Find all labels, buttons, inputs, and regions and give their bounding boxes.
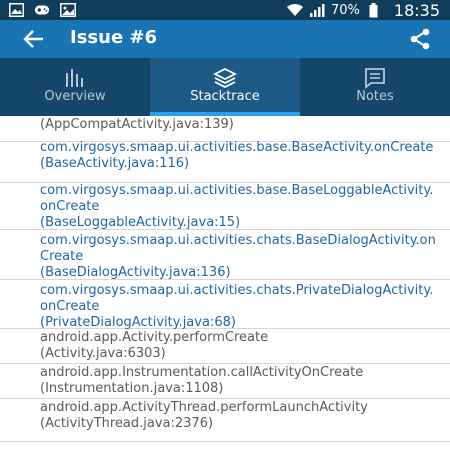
tab-bar: Overview Stacktrace Notes	[0, 58, 450, 116]
tab-overview-label: Overview	[44, 89, 106, 104]
wifi-icon	[286, 2, 303, 18]
frame-location: (PrivateDialogActivity.java:68)	[40, 315, 236, 330]
stack-frame[interactable]: com.virgosys.smaap.ui.activities.base.Ba…	[0, 183, 450, 230]
tab-notes[interactable]: Notes	[300, 58, 450, 116]
bar-chart-icon	[63, 67, 87, 89]
battery-percent: 70%	[330, 2, 360, 18]
notification-icons	[8, 2, 76, 18]
page-title: Issue #6	[70, 27, 158, 48]
notes-icon	[363, 67, 387, 89]
frame-location: (AppCompatActivity.java:139)	[40, 117, 234, 132]
game-controller-icon	[34, 2, 50, 18]
frame-location: (BaseLoggableActivity.java:15)	[40, 215, 241, 230]
stack-frame[interactable]: (AppCompatActivity.java:139)	[0, 116, 450, 142]
stacktrace-list[interactable]: (AppCompatActivity.java:139) com.virgosy…	[0, 116, 450, 450]
frame-method: android.app.Instrumentation.callActivity…	[40, 365, 364, 380]
stack-frame[interactable]: com.virgosys.smaap.ui.activities.base.Ba…	[0, 140, 450, 183]
frame-method: android.app.Activity.performCreate	[40, 330, 269, 345]
back-arrow-icon[interactable]	[22, 28, 46, 50]
stack-frame[interactable]: android.app.Activity.performCreate (Acti…	[0, 329, 450, 364]
frame-location: (Instrumentation.java:1108)	[40, 381, 224, 396]
tab-overview[interactable]: Overview	[0, 58, 150, 116]
frame-location: (ActivityThread.java:2376)	[40, 416, 214, 431]
frame-method: com.virgosys.smaap.ui.activities.chats.B…	[40, 233, 436, 264]
tab-notes-label: Notes	[356, 89, 394, 104]
stack-frame[interactable]: android.app.Instrumentation.callActivity…	[0, 364, 450, 399]
stack-frame[interactable]: com.virgosys.smaap.ui.activities.chats.B…	[0, 230, 450, 280]
stack-frame[interactable]: com.virgosys.smaap.ui.activities.chats.P…	[0, 280, 450, 330]
frame-location: (Activity.java:6303)	[40, 346, 166, 361]
gallery-icon	[8, 2, 24, 18]
frame-location: (BaseActivity.java:116)	[40, 156, 190, 171]
app-bar: Issue #6	[0, 20, 450, 58]
share-icon[interactable]	[408, 27, 432, 51]
signal-icon	[309, 2, 325, 18]
layers-icon	[212, 67, 238, 89]
status-bar: 70% 18:35	[0, 0, 450, 20]
frame-method: android.app.ActivityThread.performLaunch…	[40, 400, 368, 415]
picture-icon	[60, 2, 76, 18]
frame-location: (BaseDialogActivity.java:136)	[40, 265, 231, 280]
tab-stacktrace-label: Stacktrace	[190, 89, 260, 104]
frame-method: com.virgosys.smaap.ui.activities.base.Ba…	[40, 183, 434, 214]
stack-frame[interactable]: android.app.ActivityThread.performLaunch…	[0, 399, 450, 442]
tab-stacktrace[interactable]: Stacktrace	[150, 58, 300, 116]
frame-method: com.virgosys.smaap.ui.activities.chats.P…	[40, 283, 434, 314]
frame-method: com.virgosys.smaap.ui.activities.base.Ba…	[40, 140, 434, 155]
clock: 18:35	[393, 0, 440, 20]
battery-icon	[366, 2, 382, 18]
